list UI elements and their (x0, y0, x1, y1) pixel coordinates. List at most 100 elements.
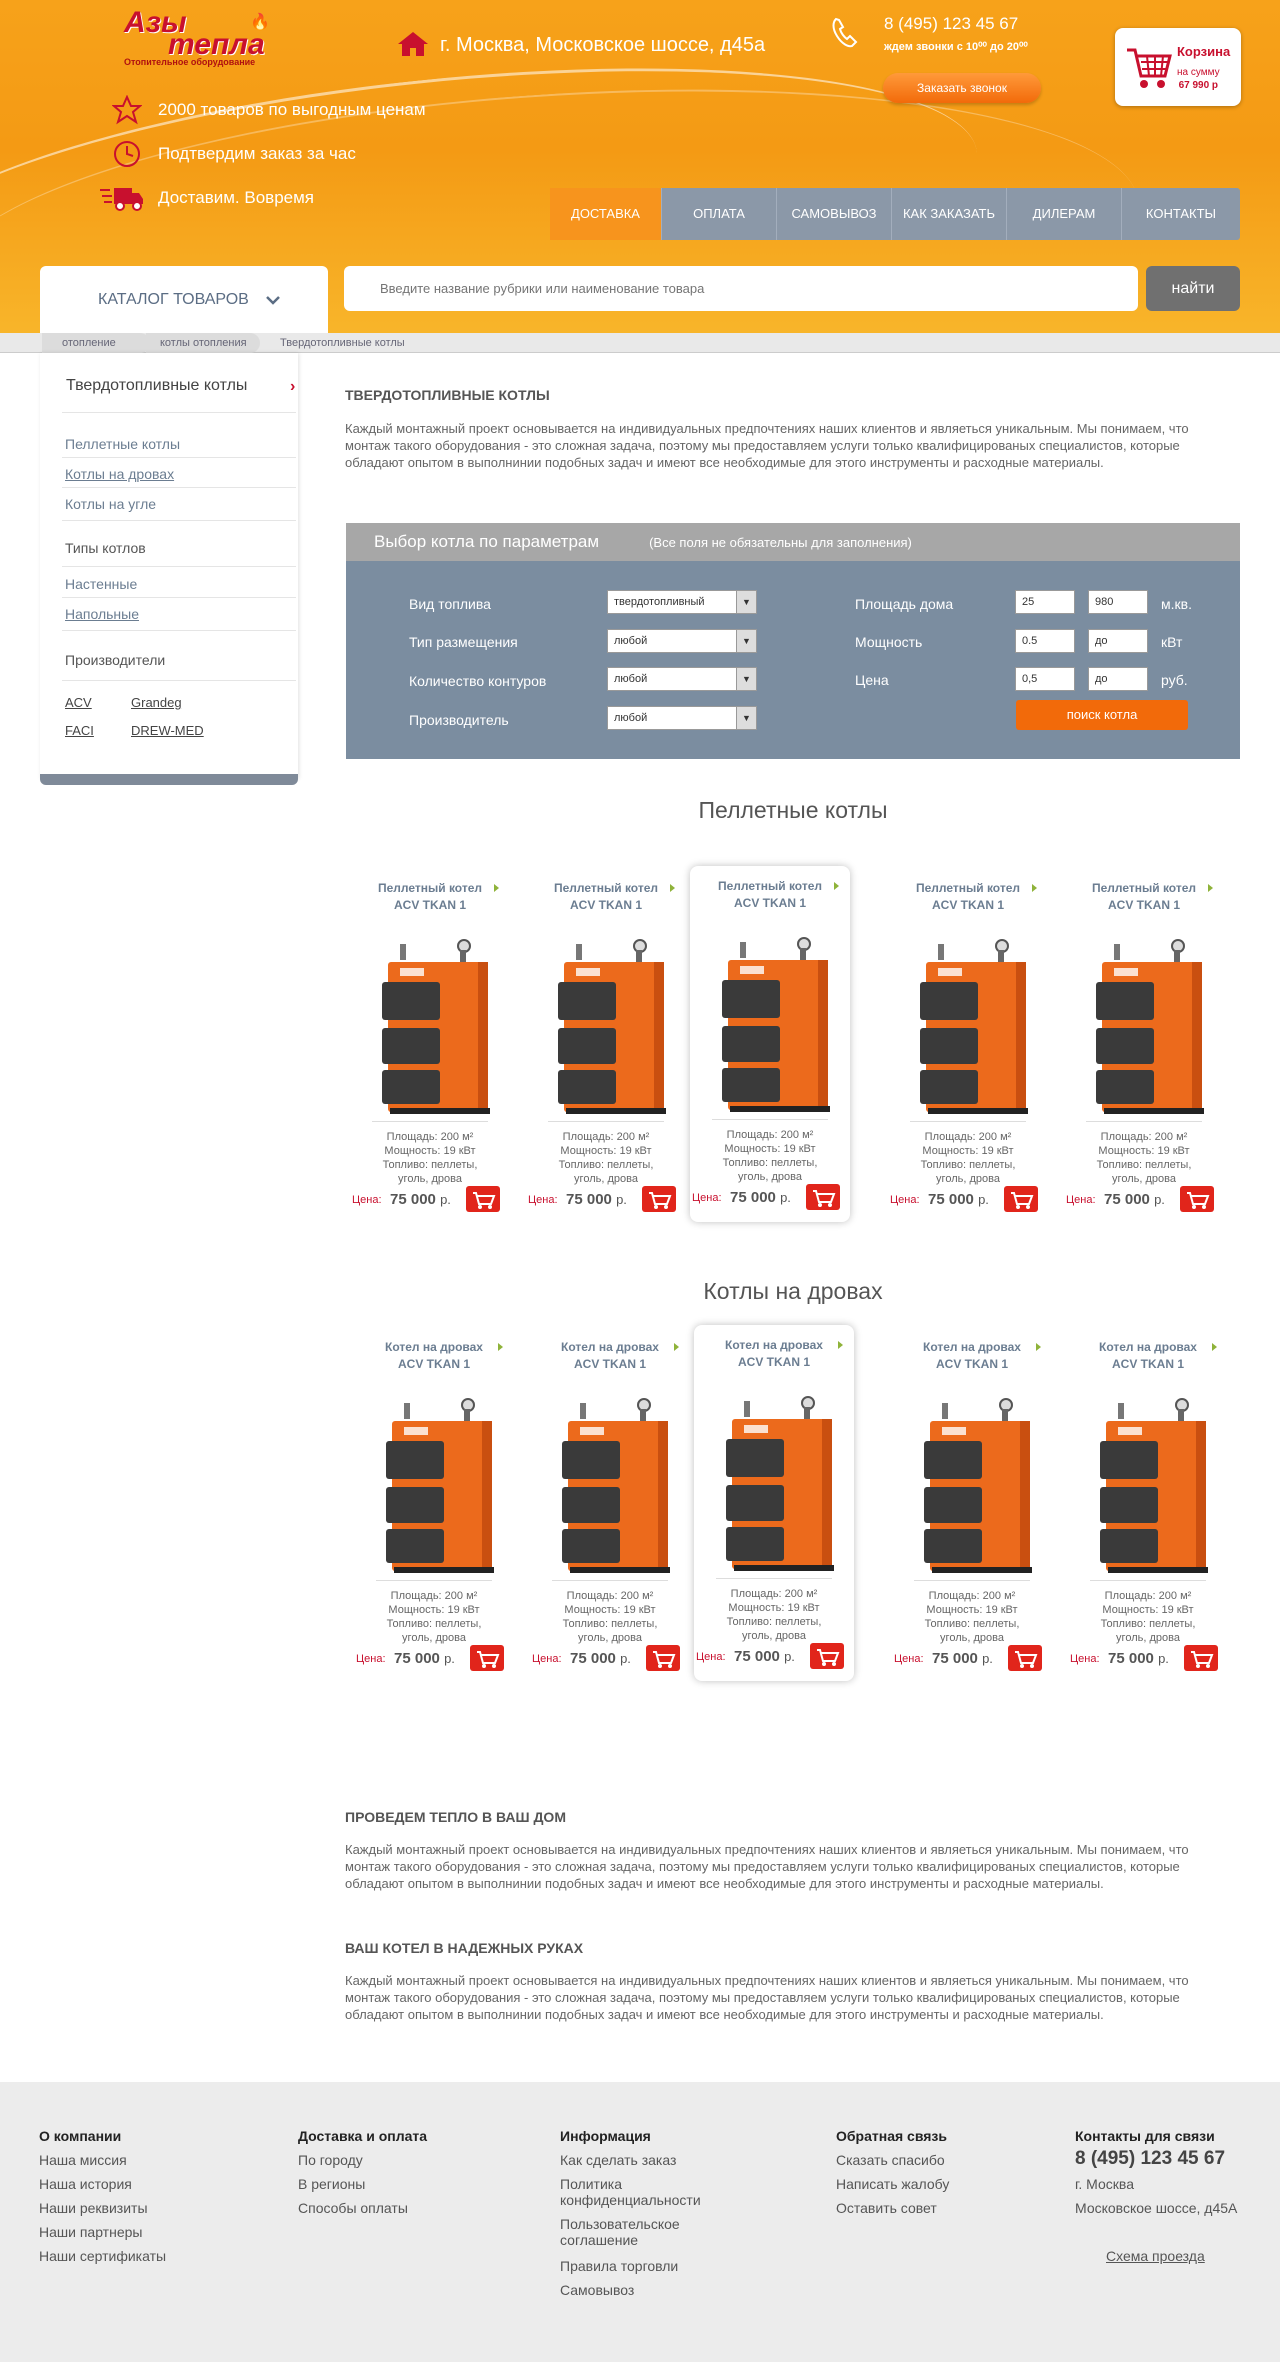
product-name[interactable]: Пеллетный котел (888, 878, 1048, 898)
power-from-input[interactable]: 0.5 (1015, 629, 1075, 653)
product-name[interactable]: Котел на дровах (1068, 1337, 1228, 1357)
product-card[interactable]: Котел на дровах ACV TKAN 1 Площадь: 200 м²… (1068, 1327, 1228, 1683)
sidebar-item-pellet[interactable]: Пеллетные котлы (65, 436, 180, 452)
boiler-image[interactable] (364, 1397, 504, 1577)
area-to-input[interactable]: 980 (1088, 590, 1148, 614)
product-card[interactable]: Пеллетный котел ACV TKAN 1 Площадь: 200 м²… (690, 866, 850, 1222)
search-button[interactable]: найти (1146, 266, 1240, 311)
footer-link[interactable]: Правила торговли (560, 2258, 678, 2274)
boiler-image[interactable] (540, 1397, 680, 1577)
product-name[interactable]: Пеллетный котел (350, 878, 510, 898)
sidebar-item-wood[interactable]: Котлы на дровах (65, 466, 174, 482)
find-boiler-button[interactable]: поиск котла (1016, 700, 1188, 730)
footer-link[interactable]: Наши сертификаты (39, 2248, 166, 2264)
cart-widget[interactable]: Корзина на сумму 67 990 р (1115, 28, 1241, 106)
product-card[interactable]: Котел на дровах ACV TKAN 1 Площадь: 200 м²… (530, 1327, 690, 1683)
footer-link[interactable]: Способы оплаты (298, 2200, 408, 2216)
product-card[interactable]: Котел на дровах ACV TKAN 1 Площадь: 200 м²… (892, 1327, 1052, 1683)
boiler-image[interactable] (902, 1397, 1042, 1577)
footer-phone[interactable]: 8 (495) 123 45 67 (1075, 2148, 1225, 2170)
nav-item-contacts[interactable]: КОНТАКТЫ (1122, 188, 1240, 240)
product-name[interactable]: Пеллетный котел (690, 876, 850, 896)
maker-link-acv[interactable]: ACV (65, 695, 92, 710)
product-model[interactable]: ACV TKAN 1 (690, 896, 850, 910)
callback-button[interactable]: Заказать звонок (883, 73, 1041, 103)
add-to-cart-button[interactable] (470, 1645, 504, 1671)
header-phone[interactable]: 8 (495) 123 45 67 (884, 14, 1018, 34)
nav-item-dealers[interactable]: ДИЛЕРАМ (1007, 188, 1122, 240)
footer-link[interactable]: Оставить совет (836, 2200, 937, 2216)
add-to-cart-button[interactable] (642, 1186, 676, 1212)
product-model[interactable]: ACV TKAN 1 (888, 898, 1048, 912)
footer-link[interactable]: Наша миссия (39, 2152, 127, 2168)
breadcrumb-item[interactable]: котлы отопления (146, 333, 260, 353)
product-card[interactable]: Пеллетный котел ACV TKAN 1 Площадь: 200 м²… (350, 868, 510, 1224)
product-model[interactable]: ACV TKAN 1 (1068, 1357, 1228, 1371)
product-model[interactable]: ACV TKAN 1 (526, 898, 686, 912)
nav-item-delivery[interactable]: ДОСТАВКА (550, 188, 662, 240)
breadcrumb-item[interactable]: отопление (42, 333, 150, 353)
product-model[interactable]: ACV TKAN 1 (694, 1355, 854, 1369)
price-to-input[interactable]: до (1088, 667, 1148, 691)
sidebar-item-coal[interactable]: Котлы на угле (65, 496, 156, 512)
product-name[interactable]: Котел на дровах (354, 1337, 514, 1357)
area-from-input[interactable]: 25 (1015, 590, 1075, 614)
maker-link-drew-med[interactable]: DREW-MED (131, 723, 204, 738)
nav-item-payment[interactable]: ОПЛАТА (662, 188, 777, 240)
catalog-dropdown[interactable]: КАТАЛОГ ТОВАРОВ (40, 266, 328, 333)
product-card[interactable]: Пеллетный котел ACV TKAN 1 Площадь: 200 м²… (888, 868, 1048, 1224)
product-model[interactable]: ACV TKAN 1 (892, 1357, 1052, 1371)
sidebar-title[interactable]: Твердотопливные котлы (66, 377, 247, 395)
product-card[interactable]: Пеллетный котел ACV TKAN 1 Площадь: 200 м²… (526, 868, 686, 1224)
product-card[interactable]: Пеллетный котел ACV TKAN 1 Площадь: 200 м²… (1064, 868, 1224, 1224)
footer-link[interactable]: Самовывоз (560, 2282, 634, 2298)
circuits-select[interactable]: любой ▼ (607, 667, 757, 691)
add-to-cart-button[interactable] (1180, 1186, 1214, 1212)
add-to-cart-button[interactable] (810, 1643, 844, 1669)
footer-link[interactable]: Политика конфиденциальности (560, 2176, 710, 2208)
product-model[interactable]: ACV TKAN 1 (1064, 898, 1224, 912)
placement-select[interactable]: любой ▼ (607, 629, 757, 653)
maker-select[interactable]: любой ▼ (607, 706, 757, 730)
maker-link-faci[interactable]: FACI (65, 723, 94, 738)
maker-link-grandeg[interactable]: Grandeg (131, 695, 182, 710)
product-name[interactable]: Пеллетный котел (526, 878, 686, 898)
product-card[interactable]: Котел на дровах ACV TKAN 1 Площадь: 200 м²… (694, 1325, 854, 1681)
product-model[interactable]: ACV TKAN 1 (354, 1357, 514, 1371)
footer-link[interactable]: Сказать спасибо (836, 2152, 945, 2168)
boiler-image[interactable] (700, 936, 840, 1116)
product-card[interactable]: Котел на дровах ACV TKAN 1 Площадь: 200 м²… (354, 1327, 514, 1683)
sidebar-item-floor[interactable]: Напольные (65, 606, 139, 622)
add-to-cart-button[interactable] (1004, 1186, 1038, 1212)
logo-text-line2[interactable]: тепла (168, 30, 265, 60)
product-name[interactable]: Котел на дровах (530, 1337, 690, 1357)
nav-item-pickup[interactable]: САМОВЫВОЗ (777, 188, 892, 240)
fuel-select[interactable]: твердотопливный ▼ (607, 590, 757, 614)
price-from-input[interactable]: 0,5 (1015, 667, 1075, 691)
footer-link[interactable]: Наши реквизиты (39, 2200, 148, 2216)
boiler-image[interactable] (1078, 1397, 1218, 1577)
product-model[interactable]: ACV TKAN 1 (350, 898, 510, 912)
footer-link[interactable]: Пользовательское соглашение (560, 2216, 710, 2248)
nav-item-how-to-order[interactable]: КАК ЗАКАЗАТЬ (892, 188, 1007, 240)
map-link[interactable]: Схема проезда (1106, 2248, 1205, 2264)
add-to-cart-button[interactable] (1184, 1645, 1218, 1671)
footer-link[interactable]: В регионы (298, 2176, 365, 2192)
footer-link[interactable]: По городу (298, 2152, 363, 2168)
footer-link[interactable]: Наша история (39, 2176, 132, 2192)
add-to-cart-button[interactable] (466, 1186, 500, 1212)
product-name[interactable]: Пеллетный котел (1064, 878, 1224, 898)
footer-link[interactable]: Как сделать заказ (560, 2152, 676, 2168)
boiler-image[interactable] (898, 938, 1038, 1118)
product-model[interactable]: ACV TKAN 1 (530, 1357, 690, 1371)
footer-link[interactable]: Наши партнеры (39, 2224, 142, 2240)
boiler-image[interactable] (704, 1395, 844, 1575)
power-to-input[interactable]: до (1088, 629, 1148, 653)
product-name[interactable]: Котел на дровах (694, 1335, 854, 1355)
boiler-image[interactable] (1074, 938, 1214, 1118)
add-to-cart-button[interactable] (646, 1645, 680, 1671)
boiler-image[interactable] (360, 938, 500, 1118)
footer-link[interactable]: Написать жалобу (836, 2176, 949, 2192)
add-to-cart-button[interactable] (806, 1184, 840, 1210)
boiler-image[interactable] (536, 938, 676, 1118)
